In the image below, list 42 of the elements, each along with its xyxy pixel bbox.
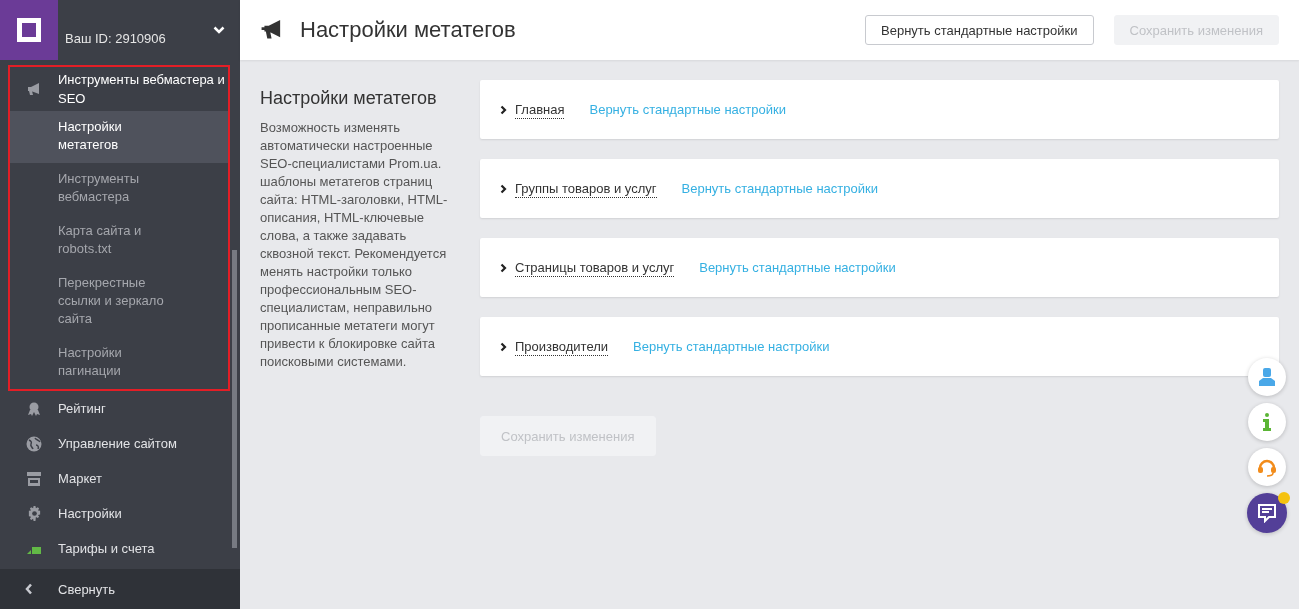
info-button[interactable] <box>1248 403 1286 441</box>
page-title: Настройки метатегов <box>300 17 516 43</box>
section-toggle[interactable]: Главная <box>515 100 565 119</box>
account-id: Ваш ID: 2910906 <box>65 30 166 46</box>
section-toggle[interactable]: Производители <box>515 337 609 356</box>
section-toggle[interactable]: Группы товаров и услуг <box>515 179 657 198</box>
chevron-right-icon[interactable] <box>500 183 507 194</box>
megaphone-icon <box>26 82 42 96</box>
scrollbar-thumb[interactable] <box>232 250 237 548</box>
chevron-left-icon <box>25 583 33 595</box>
chevron-right-icon[interactable] <box>500 262 507 273</box>
award-icon <box>27 400 41 417</box>
menu-item[interactable]: Рейтинг <box>10 391 230 426</box>
person-icon <box>1259 368 1275 386</box>
chat-icon <box>1257 503 1277 523</box>
info-title: Настройки метатегов <box>260 88 438 109</box>
submenu-item[interactable]: Инструменты вебмастера <box>10 163 228 215</box>
person-button[interactable] <box>1248 358 1286 396</box>
submenu-item[interactable]: Настройки метатегов <box>10 111 228 163</box>
submenu-item[interactable]: Перекрестные ссылки и зеркало сайта <box>10 267 228 337</box>
section-toggle[interactable]: Страницы товаров и услуг <box>515 258 675 277</box>
reset-button[interactable]: Вернуть стандартные настройки <box>865 15 1094 45</box>
submenu-item[interactable]: Карта сайта и robots.txt <box>10 215 228 267</box>
info-text: Возможность изменять автоматически настроенные SEO-специалистами Prom.ua. шаблоны метатегов страниц сайта: HTML-заголовки, HTML-описания, HTML-ключевые слова, а также задавать сквозной текст. Рекомендуется менять настройки только профессиональным SEO-специалистам, неправильно прописанные метатеги могут привести к блокировке сайта поисковыми системами. <box>260 119 449 371</box>
menu-item[interactable]: Маркет <box>10 461 230 496</box>
gear-icon <box>26 506 42 521</box>
menu-item[interactable]: Настройки <box>10 496 230 531</box>
chat-button[interactable] <box>1247 493 1287 533</box>
chevron-down-icon[interactable] <box>213 26 225 34</box>
headset-icon <box>1257 457 1277 477</box>
chevron-right-icon[interactable] <box>500 104 507 115</box>
globe-icon <box>26 435 42 452</box>
info-icon <box>1263 413 1271 431</box>
collapse-button[interactable]: Свернуть <box>0 569 240 609</box>
menu-item[interactable]: Инструменты вебмастера и SEO <box>10 67 228 111</box>
submenu-item[interactable]: Настройки пагинации <box>10 337 228 389</box>
store-icon <box>26 471 42 486</box>
menu-item[interactable]: Тарифы и счета <box>10 531 230 566</box>
menu-item[interactable]: Управление сайтом <box>10 426 230 461</box>
notification-dot <box>1278 492 1290 504</box>
chevron-right-icon[interactable] <box>500 341 507 352</box>
logo-icon[interactable] <box>0 0 58 60</box>
